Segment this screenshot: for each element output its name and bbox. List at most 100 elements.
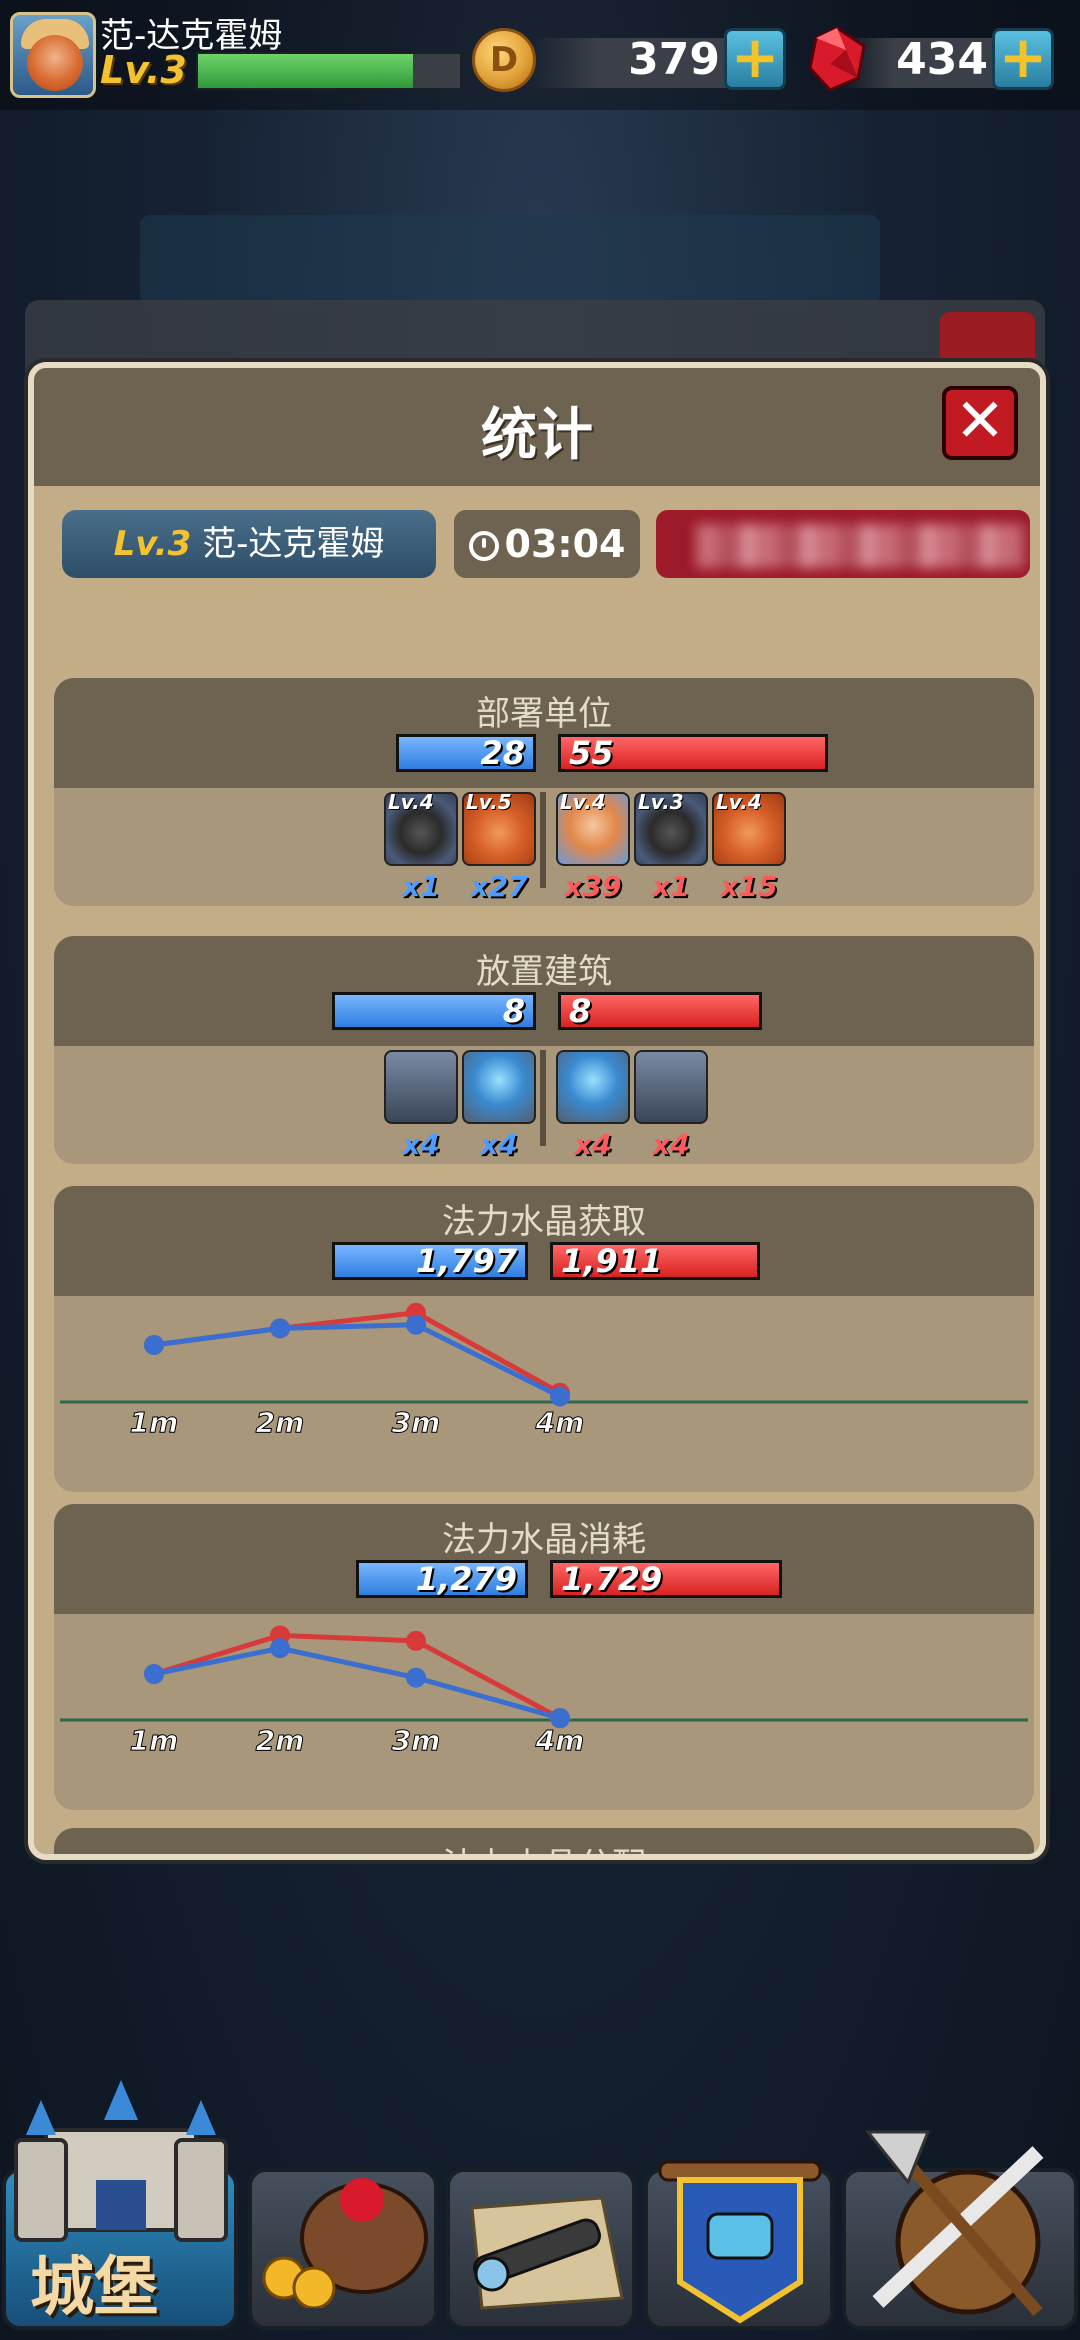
red-total: 8 xyxy=(569,992,592,1030)
blue-total: 1,797 xyxy=(415,1242,517,1280)
unit-count: x39 xyxy=(564,870,622,903)
x-tick-label: 2m xyxy=(256,1724,305,1757)
building-card[interactable] xyxy=(634,1050,708,1124)
player-level: Lv.3 xyxy=(100,48,187,92)
battle-icon xyxy=(864,2130,1044,2316)
gold-coin-icon: D xyxy=(472,28,536,92)
blue-total: 1,279 xyxy=(415,1560,517,1598)
blue-series-point xyxy=(406,1314,426,1335)
unit-count: x1 xyxy=(402,870,440,903)
ruby-gem-icon xyxy=(808,26,866,92)
red-total: 55 xyxy=(569,734,614,772)
statistics-dialog: 统计 ✕ Lv.3 范-达克霍姆 03:04 部署单位 28 55 Lv.4 L… xyxy=(28,362,1046,1860)
blue-total: 28 xyxy=(480,734,525,772)
team-divider xyxy=(540,792,546,888)
red-total-bar: 1,911 xyxy=(550,1242,760,1280)
castle-icon xyxy=(14,2080,228,2242)
blue-total-bar: 28 xyxy=(396,734,536,772)
building-count: x4 xyxy=(574,1128,612,1161)
nav-castle-label: 城堡 xyxy=(30,2251,158,2325)
add-gems-button[interactable]: + xyxy=(992,28,1054,90)
x-tick-label: 1m xyxy=(130,1406,179,1439)
add-gold-button[interactable]: + xyxy=(724,28,786,90)
unit-count: x1 xyxy=(652,870,690,903)
section-title: 法力水晶分配 xyxy=(54,1838,1034,1854)
x-tick-label: 4m xyxy=(535,1724,585,1757)
unit-level: Lv.3 xyxy=(638,790,684,814)
section-mana-allocation-partial: 法力水晶分配 xyxy=(54,1828,1034,1854)
blue-series-point xyxy=(550,1386,570,1407)
section-deployed-units: 部署单位 28 55 Lv.4 Lv.5 x1 x27 Lv.4 Lv.3 Lv… xyxy=(54,678,1034,906)
team-divider xyxy=(540,1050,546,1146)
avatar[interactable] xyxy=(10,12,96,98)
red-total-bar: 1,729 xyxy=(550,1560,782,1598)
red-series-line xyxy=(153,1632,562,1721)
building-card[interactable] xyxy=(462,1050,536,1124)
blue-total-bar: 1,279 xyxy=(356,1560,528,1598)
gem-amount: 434 xyxy=(896,34,988,85)
section-header: 法力水晶消耗 1,279 1,729 xyxy=(54,1504,1034,1614)
red-total-bar: 55 xyxy=(558,734,828,772)
section-title: 法力水晶获取 xyxy=(442,1202,646,1242)
red-total: 1,911 xyxy=(561,1242,663,1280)
x-tick-label: 3m xyxy=(392,1406,441,1439)
match-time: 03:04 xyxy=(504,522,626,566)
building-count: x4 xyxy=(652,1128,690,1161)
shop-icon xyxy=(262,2178,428,2308)
building-count: x4 xyxy=(480,1128,518,1161)
bottom-nav: 城堡 xyxy=(0,2060,1080,2340)
section-header: 放置建筑 8 8 xyxy=(54,936,1034,1046)
blue-series-point xyxy=(406,1667,426,1688)
x-tick-label: 1m xyxy=(130,1724,179,1757)
unit-card[interactable]: Lv.3 xyxy=(634,790,708,866)
section-placed-buildings: 放置建筑 8 8 x4 x4 x4 x4 xyxy=(54,936,1034,1164)
unit-level: Lv.4 xyxy=(388,790,434,814)
x-tick-label: 3m xyxy=(392,1724,441,1757)
blue-series-point xyxy=(270,1638,290,1659)
top-hud: 范-达克霍姆 Lv.3 D 379 + 434 + xyxy=(0,0,1080,110)
unit-card[interactable]: Lv.5 xyxy=(462,790,536,866)
section-mana-gain: 法力水晶获取 1,797 1,911 1m 2m 3m 4m xyxy=(54,1186,1034,1492)
blue-total-bar: 1,797 xyxy=(332,1242,528,1280)
building-count: x4 xyxy=(402,1128,440,1161)
explore-icon xyxy=(470,2196,624,2310)
section-header: 法力水晶获取 1,797 1,911 xyxy=(54,1186,1034,1296)
gold-amount: 379 xyxy=(628,34,720,85)
x-tick-label: 2m xyxy=(256,1406,305,1439)
unit-count: x27 xyxy=(470,870,528,903)
xp-bar xyxy=(196,52,462,90)
dialog-title: 统计 xyxy=(481,403,593,468)
section-header: 部署单位 28 55 xyxy=(54,678,1034,788)
blue-total: 8 xyxy=(502,992,525,1030)
x-tick-label: 4m xyxy=(535,1406,585,1439)
background-strip xyxy=(140,215,880,305)
unit-card[interactable]: Lv.4 xyxy=(384,790,458,866)
blue-series-point xyxy=(144,1334,164,1355)
red-total-bar: 8 xyxy=(558,992,762,1030)
blue-series-point xyxy=(270,1318,290,1339)
mana-spend-chart: 1m 2m 3m 4m xyxy=(60,1625,1028,1758)
blue-total-bar: 8 xyxy=(332,992,536,1030)
section-title: 放置建筑 xyxy=(476,952,612,992)
section-mana-spend: 法力水晶消耗 1,279 1,729 1m 2m 3m 4m xyxy=(54,1504,1034,1810)
section-title: 法力水晶消耗 xyxy=(442,1520,646,1560)
mana-gain-chart: 1m 2m 3m 4m xyxy=(60,1302,1028,1440)
clock-icon xyxy=(468,531,499,561)
unit-card[interactable]: Lv.4 xyxy=(556,790,630,866)
building-card[interactable] xyxy=(384,1050,458,1124)
match-time-pill: 03:04 xyxy=(454,510,640,578)
unit-level: Lv.4 xyxy=(560,790,606,814)
opponent-pill xyxy=(656,510,1030,578)
dwarf-face-icon xyxy=(27,35,83,91)
player-pill-name: 范-达克霍姆 xyxy=(202,524,385,564)
unit-count: x15 xyxy=(720,870,778,903)
unit-card[interactable]: Lv.4 xyxy=(712,790,786,866)
red-series-point xyxy=(406,1630,426,1651)
chat-banner-icon xyxy=(658,2160,822,2324)
dialog-header: 统计 ✕ xyxy=(34,368,1040,486)
xp-fill xyxy=(198,54,413,88)
close-button[interactable]: ✕ xyxy=(942,386,1018,460)
player-pill-level: Lv.3 xyxy=(113,524,192,564)
building-card[interactable] xyxy=(556,1050,630,1124)
unit-level: Lv.4 xyxy=(716,790,762,814)
